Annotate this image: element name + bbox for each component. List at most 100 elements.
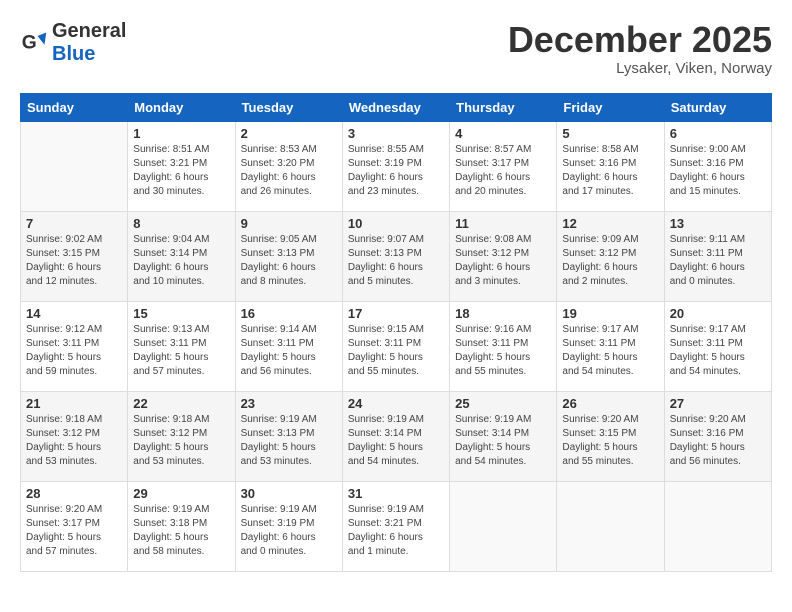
calendar-cell: 3 Sunrise: 8:55 AM Sunset: 3:19 PM Daylig… bbox=[342, 121, 449, 211]
header-friday: Friday bbox=[557, 93, 664, 121]
day-info: Sunrise: 9:14 AM Sunset: 3:11 PM Dayligh… bbox=[241, 323, 337, 379]
calendar-week-5: 28 Sunrise: 9:20 AM Sunset: 3:17 PM Dayli… bbox=[21, 481, 772, 571]
day-number: 14 bbox=[26, 306, 122, 321]
calendar-cell: 30Sunrise: 9:19 AM Sunset: 3:19 PM Dayli… bbox=[235, 481, 342, 571]
calendar-cell: 23 Sunrise: 9:19 AM Sunset: 3:13 PM Dayli… bbox=[235, 391, 342, 481]
calendar-cell: 22 Sunrise: 9:18 AM Sunset: 3:12 PM Dayli… bbox=[128, 391, 235, 481]
logo: G General Blue bbox=[20, 20, 126, 66]
location: Lysaker, Viken, Norway bbox=[508, 60, 772, 77]
day-number: 9 bbox=[241, 216, 337, 231]
calendar-cell: 7 Sunrise: 9:02 AM Sunset: 3:15 PM Daylig… bbox=[21, 211, 128, 301]
calendar-cell bbox=[557, 481, 664, 571]
calendar-cell: 28 Sunrise: 9:20 AM Sunset: 3:17 PM Dayli… bbox=[21, 481, 128, 571]
day-number: 17 bbox=[348, 306, 444, 321]
day-number: 1 bbox=[133, 126, 229, 141]
day-number: 23 bbox=[241, 396, 337, 411]
day-info: Sunrise: 9:05 AM Sunset: 3:13 PM Dayligh… bbox=[241, 233, 337, 289]
day-info: Sunrise: 9:18 AM Sunset: 3:12 PM Dayligh… bbox=[133, 413, 229, 469]
logo-general: General bbox=[52, 20, 126, 42]
calendar-week-2: 7 Sunrise: 9:02 AM Sunset: 3:15 PM Daylig… bbox=[21, 211, 772, 301]
calendar-cell: 2 Sunrise: 8:53 AM Sunset: 3:20 PM Daylig… bbox=[235, 121, 342, 211]
header-sunday: Sunday bbox=[21, 93, 128, 121]
logo-icon: G bbox=[20, 29, 48, 57]
calendar-cell: 14Sunrise: 9:12 AM Sunset: 3:11 PM Dayli… bbox=[21, 301, 128, 391]
day-info: Sunrise: 9:13 AM Sunset: 3:11 PM Dayligh… bbox=[133, 323, 229, 379]
calendar-cell: 20 Sunrise: 9:17 AM Sunset: 3:11 PM Dayli… bbox=[664, 301, 771, 391]
day-info: Sunrise: 9:16 AM Sunset: 3:11 PM Dayligh… bbox=[455, 323, 551, 379]
day-number: 5 bbox=[562, 126, 658, 141]
day-number: 8 bbox=[133, 216, 229, 231]
header-thursday: Thursday bbox=[450, 93, 557, 121]
calendar-cell: 4Sunrise: 8:57 AM Sunset: 3:17 PM Daylig… bbox=[450, 121, 557, 211]
day-number: 15 bbox=[133, 306, 229, 321]
day-info: Sunrise: 9:20 AM Sunset: 3:15 PM Dayligh… bbox=[562, 413, 658, 469]
calendar-cell bbox=[664, 481, 771, 571]
calendar-week-1: 1 Sunrise: 8:51 AM Sunset: 3:21 PM Daylig… bbox=[21, 121, 772, 211]
calendar-cell: 9 Sunrise: 9:05 AM Sunset: 3:13 PM Daylig… bbox=[235, 211, 342, 301]
day-number: 25 bbox=[455, 396, 551, 411]
calendar-cell: 17Sunrise: 9:15 AM Sunset: 3:11 PM Dayli… bbox=[342, 301, 449, 391]
day-info: Sunrise: 8:58 AM Sunset: 3:16 PM Dayligh… bbox=[562, 143, 658, 199]
calendar-week-3: 14Sunrise: 9:12 AM Sunset: 3:11 PM Dayli… bbox=[21, 301, 772, 391]
day-number: 18 bbox=[455, 306, 551, 321]
day-info: Sunrise: 9:19 AM Sunset: 3:14 PM Dayligh… bbox=[455, 413, 551, 469]
day-info: Sunrise: 9:07 AM Sunset: 3:13 PM Dayligh… bbox=[348, 233, 444, 289]
calendar-cell: 6Sunrise: 9:00 AM Sunset: 3:16 PM Daylig… bbox=[664, 121, 771, 211]
title-section: December 2025 Lysaker, Viken, Norway bbox=[508, 20, 772, 77]
calendar-cell: 29 Sunrise: 9:19 AM Sunset: 3:18 PM Dayli… bbox=[128, 481, 235, 571]
day-number: 11 bbox=[455, 216, 551, 231]
day-info: Sunrise: 9:02 AM Sunset: 3:15 PM Dayligh… bbox=[26, 233, 122, 289]
calendar-cell: 16Sunrise: 9:14 AM Sunset: 3:11 PM Dayli… bbox=[235, 301, 342, 391]
calendar-cell: 27Sunrise: 9:20 AM Sunset: 3:16 PM Dayli… bbox=[664, 391, 771, 481]
day-number: 2 bbox=[241, 126, 337, 141]
header-saturday: Saturday bbox=[664, 93, 771, 121]
calendar-cell bbox=[21, 121, 128, 211]
page-header: G General Blue December 2025 Lysaker, Vi… bbox=[20, 20, 772, 77]
calendar-cell: 5 Sunrise: 8:58 AM Sunset: 3:16 PM Daylig… bbox=[557, 121, 664, 211]
calendar-cell: 24 Sunrise: 9:19 AM Sunset: 3:14 PM Dayli… bbox=[342, 391, 449, 481]
calendar-cell: 15 Sunrise: 9:13 AM Sunset: 3:11 PM Dayli… bbox=[128, 301, 235, 391]
day-number: 20 bbox=[670, 306, 766, 321]
calendar-cell: 12 Sunrise: 9:09 AM Sunset: 3:12 PM Dayli… bbox=[557, 211, 664, 301]
day-number: 12 bbox=[562, 216, 658, 231]
calendar-cell: 8 Sunrise: 9:04 AM Sunset: 3:14 PM Daylig… bbox=[128, 211, 235, 301]
day-number: 26 bbox=[562, 396, 658, 411]
day-info: Sunrise: 9:17 AM Sunset: 3:11 PM Dayligh… bbox=[670, 323, 766, 379]
day-info: Sunrise: 9:20 AM Sunset: 3:17 PM Dayligh… bbox=[26, 503, 122, 559]
day-info: Sunrise: 9:04 AM Sunset: 3:14 PM Dayligh… bbox=[133, 233, 229, 289]
day-number: 13 bbox=[670, 216, 766, 231]
day-info: Sunrise: 9:09 AM Sunset: 3:12 PM Dayligh… bbox=[562, 233, 658, 289]
calendar-cell: 21Sunrise: 9:18 AM Sunset: 3:12 PM Dayli… bbox=[21, 391, 128, 481]
calendar-cell: 13 Sunrise: 9:11 AM Sunset: 3:11 PM Dayli… bbox=[664, 211, 771, 301]
day-info: Sunrise: 9:19 AM Sunset: 3:18 PM Dayligh… bbox=[133, 503, 229, 559]
day-info: Sunrise: 9:19 AM Sunset: 3:14 PM Dayligh… bbox=[348, 413, 444, 469]
day-info: Sunrise: 9:19 AM Sunset: 3:13 PM Dayligh… bbox=[241, 413, 337, 469]
day-info: Sunrise: 9:11 AM Sunset: 3:11 PM Dayligh… bbox=[670, 233, 766, 289]
header-wednesday: Wednesday bbox=[342, 93, 449, 121]
day-info: Sunrise: 9:17 AM Sunset: 3:11 PM Dayligh… bbox=[562, 323, 658, 379]
calendar-cell: 26 Sunrise: 9:20 AM Sunset: 3:15 PM Dayli… bbox=[557, 391, 664, 481]
calendar-cell: 1 Sunrise: 8:51 AM Sunset: 3:21 PM Daylig… bbox=[128, 121, 235, 211]
calendar-header-row: SundayMondayTuesdayWednesdayThursdayFrid… bbox=[21, 93, 772, 121]
day-number: 7 bbox=[26, 216, 122, 231]
day-number: 19 bbox=[562, 306, 658, 321]
day-number: 24 bbox=[348, 396, 444, 411]
svg-text:G: G bbox=[22, 32, 37, 53]
day-info: Sunrise: 8:55 AM Sunset: 3:19 PM Dayligh… bbox=[348, 143, 444, 199]
day-number: 10 bbox=[348, 216, 444, 231]
day-number: 6 bbox=[670, 126, 766, 141]
day-info: Sunrise: 9:19 AM Sunset: 3:21 PM Dayligh… bbox=[348, 503, 444, 559]
calendar-cell: 25 Sunrise: 9:19 AM Sunset: 3:14 PM Dayli… bbox=[450, 391, 557, 481]
day-number: 31 bbox=[348, 486, 444, 501]
day-number: 22 bbox=[133, 396, 229, 411]
day-number: 28 bbox=[26, 486, 122, 501]
day-info: Sunrise: 9:08 AM Sunset: 3:12 PM Dayligh… bbox=[455, 233, 551, 289]
calendar-cell: 31 Sunrise: 9:19 AM Sunset: 3:21 PM Dayli… bbox=[342, 481, 449, 571]
day-info: Sunrise: 8:53 AM Sunset: 3:20 PM Dayligh… bbox=[241, 143, 337, 199]
day-info: Sunrise: 8:57 AM Sunset: 3:17 PM Dayligh… bbox=[455, 143, 551, 199]
day-info: Sunrise: 9:20 AM Sunset: 3:16 PM Dayligh… bbox=[670, 413, 766, 469]
day-number: 29 bbox=[133, 486, 229, 501]
day-info: Sunrise: 8:51 AM Sunset: 3:21 PM Dayligh… bbox=[133, 143, 229, 199]
day-number: 3 bbox=[348, 126, 444, 141]
header-tuesday: Tuesday bbox=[235, 93, 342, 121]
